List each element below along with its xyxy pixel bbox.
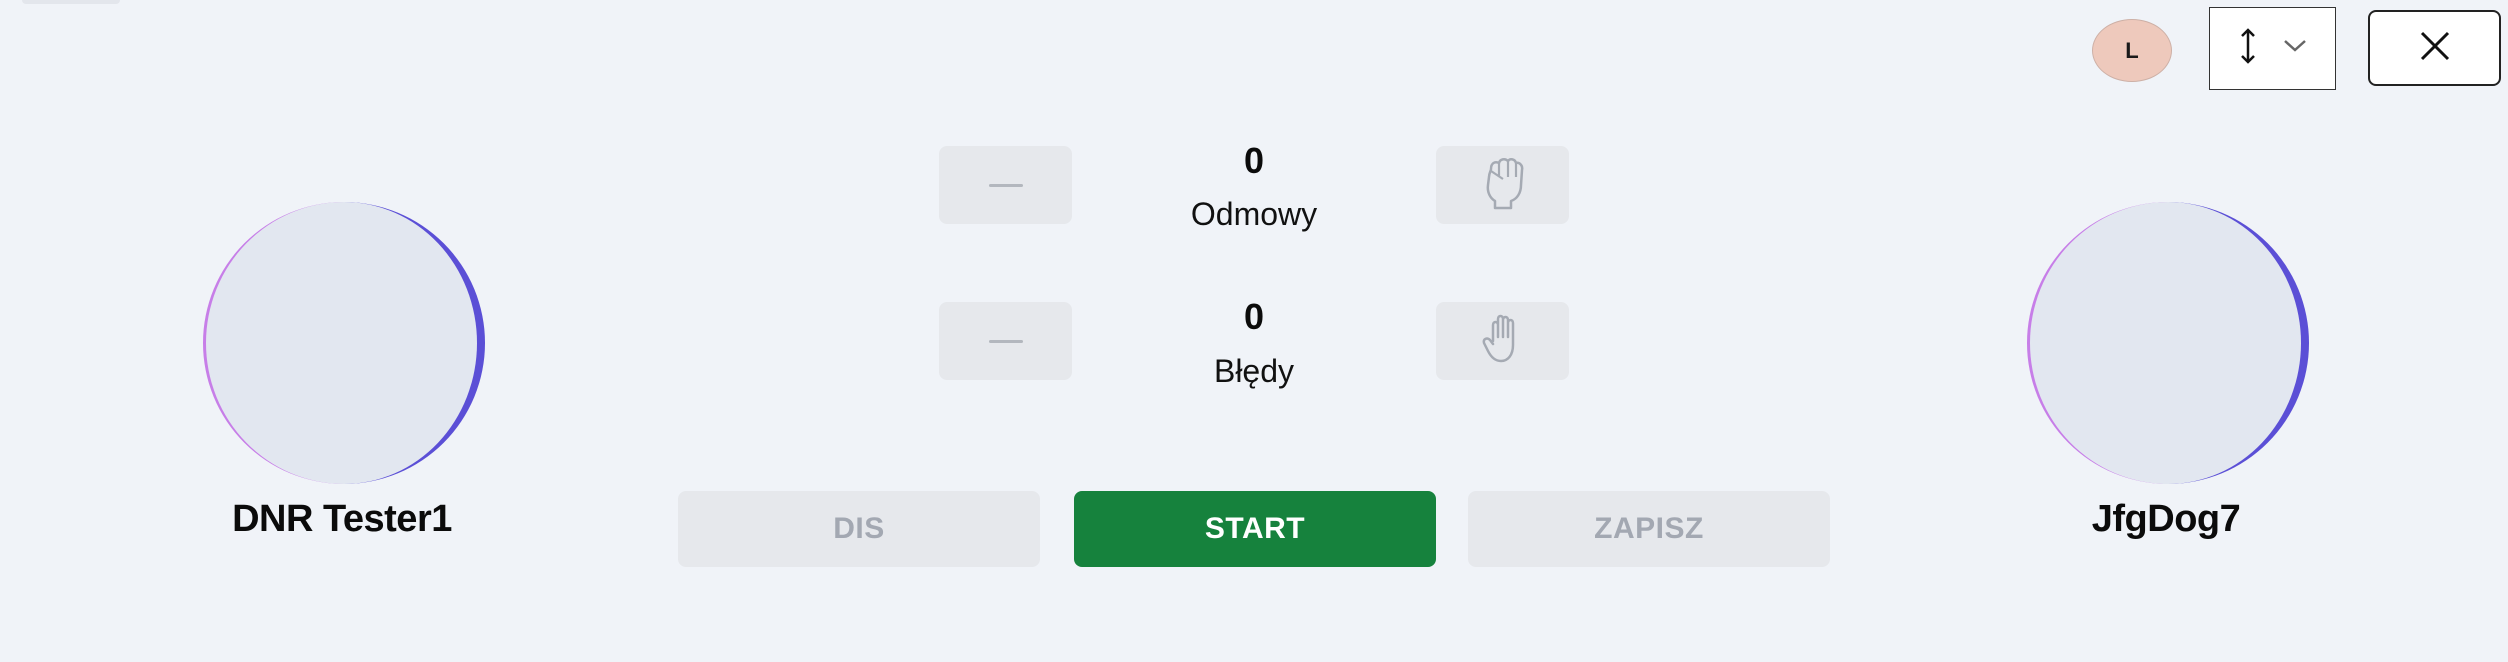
faults-label: Błędy bbox=[1213, 353, 1295, 389]
refusals-count: 0 bbox=[1243, 140, 1265, 181]
faults-count: 0 bbox=[1243, 296, 1265, 337]
open-hand-icon bbox=[1481, 311, 1525, 372]
left-player-name: DNR Tester1 bbox=[232, 498, 452, 540]
top-left-tab-indicator bbox=[22, 0, 120, 4]
close-icon bbox=[2419, 30, 2451, 67]
right-player-name: JfgDog7 bbox=[2091, 498, 2241, 540]
left-player-avatar bbox=[203, 202, 485, 484]
refusals-increment-button[interactable] bbox=[1436, 146, 1569, 224]
right-player-avatar bbox=[2027, 202, 2309, 484]
refusals-decrement-button[interactable] bbox=[939, 146, 1072, 224]
user-avatar[interactable]: L bbox=[2092, 19, 2172, 82]
faults-increment-button[interactable] bbox=[1436, 302, 1569, 380]
avatar-initial: L bbox=[2125, 37, 2139, 63]
start-button[interactable]: START bbox=[1074, 491, 1436, 567]
dis-button[interactable]: DIS bbox=[678, 491, 1040, 567]
close-button[interactable] bbox=[2368, 10, 2501, 86]
chevron-down-icon bbox=[2283, 39, 2307, 58]
minus-icon bbox=[988, 339, 1023, 343]
fist-icon bbox=[1481, 155, 1525, 216]
minus-icon bbox=[988, 183, 1023, 187]
save-button[interactable]: ZAPISZ bbox=[1468, 491, 1830, 567]
faults-decrement-button[interactable] bbox=[939, 302, 1072, 380]
sort-dropdown[interactable] bbox=[2209, 7, 2336, 90]
vertical-arrows-icon bbox=[2239, 27, 2257, 70]
refusals-label: Odmowy bbox=[1190, 196, 1318, 232]
